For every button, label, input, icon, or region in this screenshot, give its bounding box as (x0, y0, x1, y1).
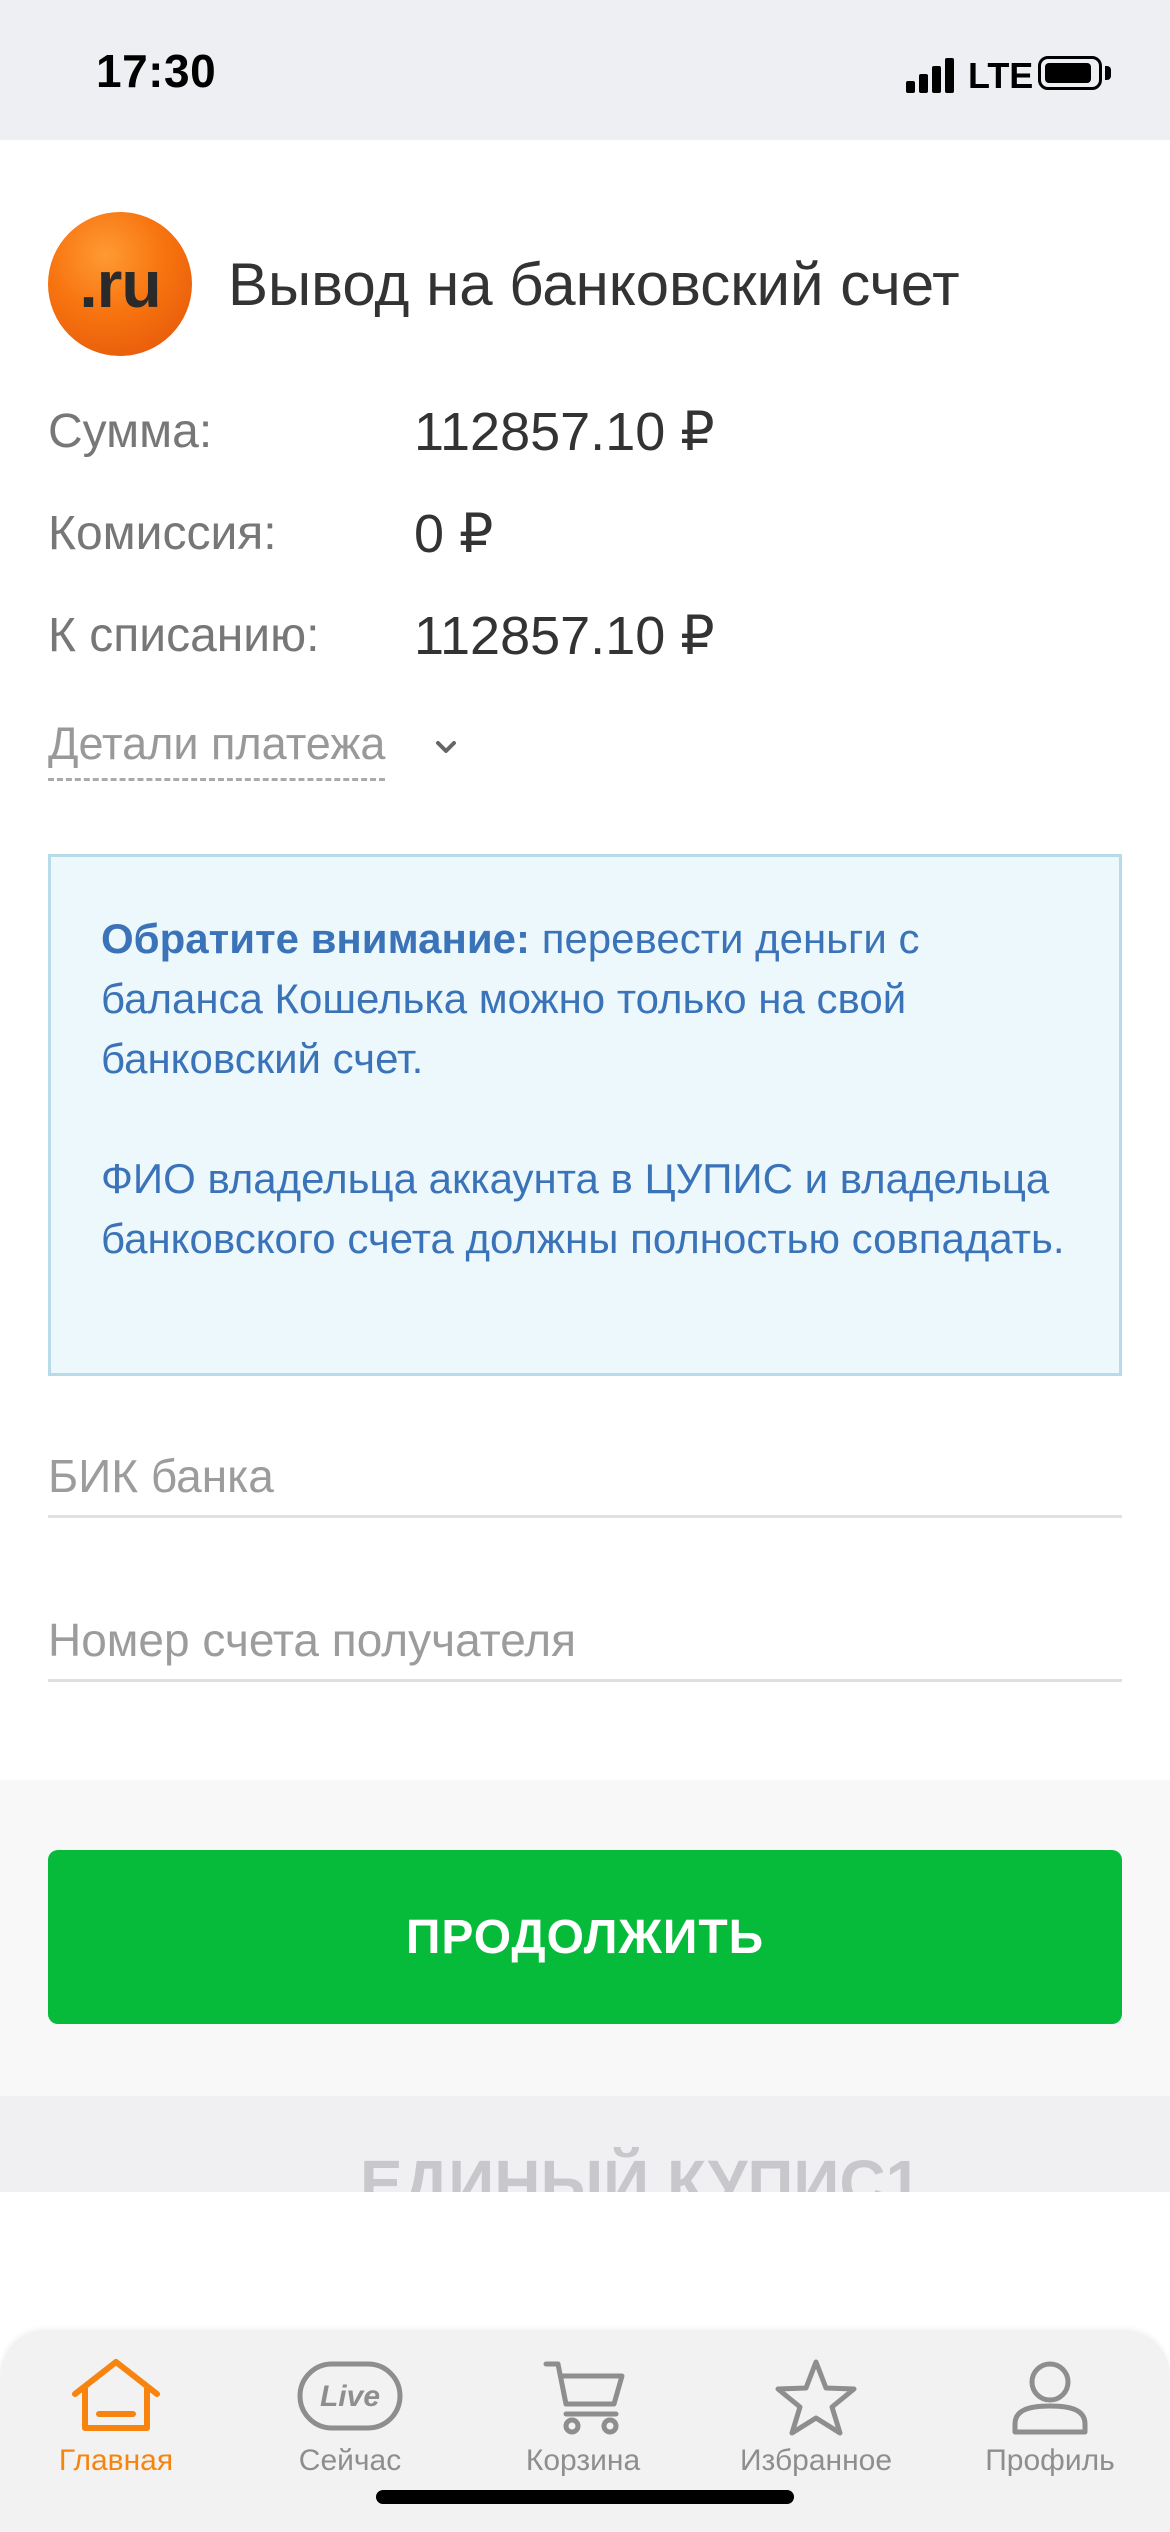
home-indicator (376, 2490, 794, 2504)
background-content: ЕДИНЫЙ КУПИС1 (0, 2096, 1170, 2192)
tab-favorites-label: Избранное (739, 2444, 893, 2477)
logo-text: .ru (79, 247, 161, 321)
battery-icon (1038, 56, 1102, 90)
profile-icon (1012, 2361, 1088, 2435)
tab-home[interactable]: Главная (6, 2356, 226, 2486)
live-icon: Live (297, 2361, 403, 2431)
bik-field (48, 1408, 1122, 1518)
notice-text-2: ФИО владельца аккаунта в ЦУПИС и владель… (101, 1155, 1065, 1262)
account-field (48, 1572, 1122, 1682)
tab-cart[interactable]: Корзина (473, 2356, 693, 2486)
home-icon (72, 2359, 160, 2431)
payment-details-toggle[interactable]: Детали платежа (48, 718, 386, 781)
bik-input[interactable] (48, 1408, 1122, 1515)
star-icon (775, 2359, 857, 2436)
status-bar: 17:30 LTE (0, 0, 1170, 140)
live-badge: Live (320, 2380, 380, 2413)
tab-now[interactable]: Live Сейчас (240, 2356, 460, 2486)
amount-label: Сумма: (48, 405, 213, 458)
battery-tip (1105, 66, 1111, 80)
debit-value: 112857.10 ₽ (414, 606, 715, 666)
network-type: LTE (968, 55, 1034, 96)
notice-box: Обратите внимание: перевести деньги с ба… (48, 854, 1122, 1376)
commission-value: 0 ₽ (414, 504, 494, 564)
cart-icon (543, 2361, 625, 2435)
page-title: Вывод на банковский счет (228, 251, 960, 318)
tab-favorites[interactable]: Избранное (706, 2356, 926, 2486)
chevron-down-icon[interactable] (434, 735, 458, 759)
notice-bold: Обратите внимание: (101, 915, 531, 962)
logo: .ru (48, 212, 192, 356)
commission-label: Комиссия: (48, 507, 277, 560)
debit-label: К списанию: (48, 609, 320, 662)
tab-home-label: Главная (58, 2444, 174, 2477)
notice-paragraph-1: Обратите внимание: перевести деньги с ба… (101, 909, 1069, 1089)
signal-icon (906, 57, 956, 93)
tab-profile-label: Профиль (985, 2444, 1115, 2477)
account-number-input[interactable] (48, 1572, 1122, 1679)
tab-profile[interactable]: Профиль (940, 2356, 1160, 2486)
status-time: 17:30 (96, 45, 217, 97)
background-heading: ЕДИНЫЙ КУПИС1 (360, 2147, 922, 2192)
continue-button[interactable]: ПРОДОЛЖИТЬ (48, 1850, 1122, 2024)
amount-value: 112857.10 ₽ (414, 402, 715, 462)
tab-now-label: Сейчас (298, 2444, 402, 2477)
tab-cart-label: Корзина (525, 2444, 641, 2477)
